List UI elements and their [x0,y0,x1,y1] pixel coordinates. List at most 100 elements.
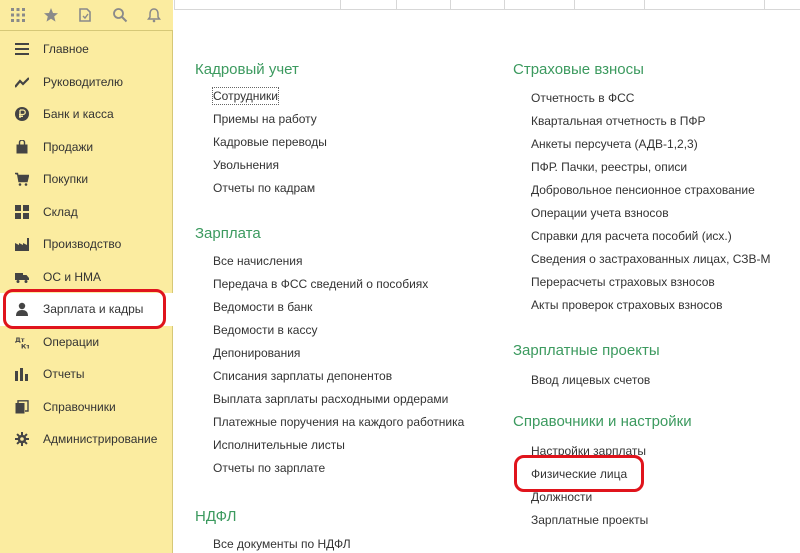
bag-icon [14,139,30,155]
link-insured-persons[interactable]: Сведения о застрахованных лицах, СЗВ-М [531,251,771,267]
link-contribution-ops[interactable]: Операции учета взносов [531,205,669,221]
factory-icon [14,236,30,252]
tab-slot[interactable] [504,0,505,10]
svg-text:Кт: Кт [21,342,29,349]
link-depositing[interactable]: Депонирования [213,345,300,361]
apps-grid-icon[interactable] [8,5,28,25]
tab-slot[interactable] [174,0,175,10]
tab-slot[interactable] [644,0,645,10]
link-hr-reports[interactable]: Отчеты по кадрам [213,180,315,196]
sidebar-item-warehouse[interactable]: Склад [0,196,173,229]
sidebar-item-main[interactable]: Главное [0,33,173,66]
link-pfr-quarterly[interactable]: Квартальная отчетность в ПФР [531,113,706,129]
tab-slot[interactable] [450,0,451,10]
warehouse-icon [14,204,30,220]
sidebar-item-label: Производство [43,237,122,252]
group-insurance: Страховые взносы Отчетность в ФСС Кварта… [513,60,800,320]
link-salary-projects[interactable]: Зарплатные проекты [531,512,648,528]
gear-icon [14,431,30,447]
link-hirings[interactable]: Приемы на работу [213,111,317,127]
sidebar-item-label: Продажи [43,139,94,154]
sidebar-item-label: Руководителю [43,74,124,89]
sidebar: Главное Руководителю Банк и касса Продаж… [0,0,173,553]
star-icon[interactable] [41,5,61,25]
sidebar-item-label: Операции [43,334,100,349]
search-icon[interactable] [110,5,130,25]
sidebar-item-label: Главное [43,42,89,57]
link-salary-settings[interactable]: Настройки зарплаты [531,443,646,459]
group-ndfl: НДФЛ Все документы по НДФЛ [195,507,495,553]
person-icon [14,301,30,317]
sidebar-item-purchases[interactable]: Покупки [0,163,173,196]
sidebar-item-administration[interactable]: Администрирование [0,423,173,456]
bar-chart-icon [14,366,30,382]
group-hr-accounting: Кадровый учет Сотрудники Приемы на работ… [195,60,495,195]
link-depositor-writeoffs[interactable]: Списания зарплаты депонентов [213,368,392,384]
cart-icon [14,171,30,187]
tab-slot[interactable] [764,0,765,10]
link-individuals[interactable]: Физические лица [531,466,627,482]
sidebar-item-operations[interactable]: Дт Кт Операции [0,326,173,359]
group-title: НДФЛ [195,508,237,525]
sidebar-item-label: ОС и НМА [43,269,102,284]
link-recalculations[interactable]: Перерасчеты страховых взносов [531,274,715,290]
link-benefit-certificates[interactable]: Справки для расчета пособий (исх.) [531,228,732,244]
sidebar-item-label: Зарплата и кадры [43,302,144,317]
section-content: Кадровый учет Сотрудники Приемы на работ… [174,10,800,553]
books-icon [14,399,30,415]
group-salary: Зарплата Все начисления Передача в ФСС с… [195,224,495,484]
sidebar-item-reports[interactable]: Отчеты [0,358,173,391]
ruble-icon [14,106,30,122]
group-title: Справочники и настройки [513,413,692,430]
link-positions[interactable]: Должности [531,489,592,505]
link-cash-statements[interactable]: Ведомости в кассу [213,322,317,338]
group-salary-projects: Зарплатные проекты Ввод лицевых счетов [513,341,800,391]
sidebar-item-label: Банк и касса [43,107,114,122]
sidebar-toolbar [0,0,173,31]
section-menu: Главное Руководителю Банк и касса Продаж… [0,33,173,456]
bell-icon[interactable] [144,5,164,25]
sidebar-item-fixed-assets[interactable]: ОС и НМА [0,261,173,294]
tab-slot[interactable] [396,0,397,10]
link-salary-reports[interactable]: Отчеты по зарплате [213,460,325,476]
sidebar-item-label: Отчеты [43,367,85,382]
link-writs[interactable]: Исполнительные листы [213,437,345,453]
link-payment-orders[interactable]: Платежные поручения на каждого работника [213,414,464,430]
open-tabs-strip [174,0,800,10]
group-title: Страховые взносы [513,61,644,78]
dt-kt-icon: Дт Кт [14,334,30,350]
sidebar-item-label: Покупки [43,172,89,187]
history-icon[interactable] [75,5,95,25]
sidebar-item-production[interactable]: Производство [0,228,173,261]
link-pfr-packs[interactable]: ПФР. Пачки, реестры, описи [531,159,687,175]
link-adv-forms[interactable]: Анкеты персучета (АДВ-1,2,3) [531,136,698,152]
sidebar-item-manager[interactable]: Руководителю [0,66,173,99]
sidebar-item-label: Склад [43,204,78,219]
group-references-settings: Справочники и настройки Настройки зарпла… [513,412,800,542]
sidebar-item-sales[interactable]: Продажи [0,131,173,164]
link-fss-reporting[interactable]: Отчетность в ФСС [531,90,634,106]
link-inspection-acts[interactable]: Акты проверок страховых взносов [531,297,722,313]
link-employees[interactable]: Сотрудники [212,87,279,105]
link-voluntary-pension[interactable]: Добровольное пенсионное страхование [531,182,755,198]
link-personal-accounts[interactable]: Ввод лицевых счетов [531,372,650,388]
link-dismissals[interactable]: Увольнения [213,157,279,173]
link-all-accruals[interactable]: Все начисления [213,253,303,269]
link-cash-orders[interactable]: Выплата зарплаты расходными ордерами [213,391,448,407]
sidebar-item-bank[interactable]: Банк и касса [0,98,173,131]
group-title: Зарплата [195,225,261,242]
group-title: Зарплатные проекты [513,342,660,359]
link-bank-statements[interactable]: Ведомости в банк [213,299,312,315]
truck-icon [14,269,30,285]
trend-icon [14,74,30,90]
sidebar-item-salary-hr[interactable]: Зарплата и кадры [0,293,173,326]
tab-slot[interactable] [574,0,575,10]
sidebar-item-label: Справочники [43,399,116,414]
tab-slot[interactable] [340,0,341,10]
sidebar-item-references[interactable]: Справочники [0,391,173,424]
link-transfers[interactable]: Кадровые переводы [213,134,327,150]
link-all-ndfl-docs[interactable]: Все документы по НДФЛ [213,536,351,552]
sidebar-item-label: Администрирование [43,432,158,447]
link-fss-transfer[interactable]: Передача в ФСС сведений о пособиях [213,276,428,292]
list-icon [14,41,30,57]
